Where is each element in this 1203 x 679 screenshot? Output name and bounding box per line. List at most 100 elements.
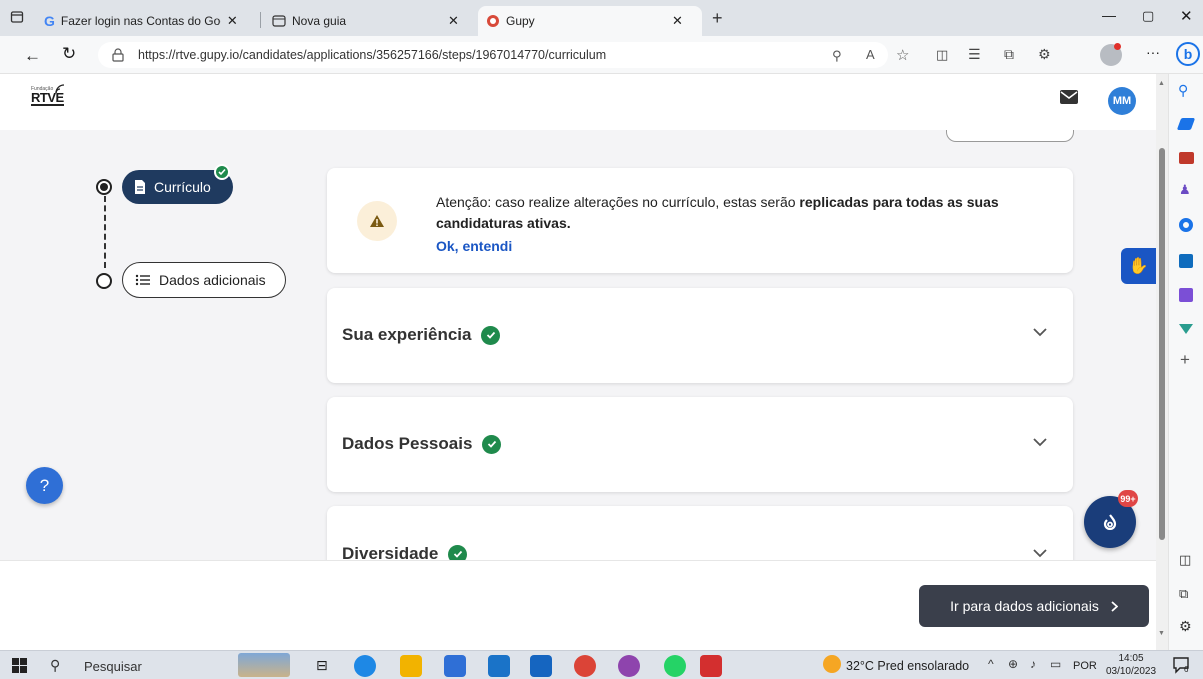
bing-copilot-icon[interactable]: b [1176,42,1200,66]
close-window-icon[interactable]: ✕ [1180,7,1193,25]
sidebar-shopping-icon[interactable] [1176,118,1196,130]
section-dados-pessoais[interactable]: Dados Pessoais [327,397,1073,492]
document-icon [134,180,146,194]
stepper-connector [104,196,106,268]
tray-network-icon[interactable]: ⊕ [1008,657,1018,671]
sidebar-add-icon[interactable]: + [1180,350,1190,370]
refresh-icon[interactable]: ↻ [62,44,76,64]
warning-icon [357,201,397,241]
weather-text[interactable]: 32°C Pred ensolarado [846,659,969,673]
sign-language-icon[interactable]: ✋ [1121,248,1156,284]
notification-center-icon[interactable] [1172,656,1192,674]
windows-taskbar: ⚲ Pesquisar ⊟ 32°C Pred ensolarado ^ ⊕ ♪… [0,650,1203,679]
tab-separator [260,12,261,28]
step-radio-curriculo[interactable] [96,179,112,195]
tab-gupy[interactable]: Gupy ✕ [478,6,702,36]
next-step-button[interactable]: Ir para dados adicionais [919,585,1149,627]
address-bar[interactable]: https://rtve.gupy.io/candidates/applicat… [98,42,888,68]
user-avatar[interactable]: MM [1108,87,1136,115]
collections-icon[interactable]: ⧉ [1004,46,1014,63]
check-circle-icon [482,434,502,454]
sidebar-search-icon[interactable]: ⚲ [1178,82,1188,99]
logo-signal-icon [55,84,65,94]
section-sua-experiencia[interactable]: Sua experiência [327,288,1073,383]
new-tab-icon [272,15,286,27]
whatsapp-icon[interactable] [664,655,686,677]
sidebar-external-icon[interactable]: ⧉ [1179,586,1188,602]
split-screen-icon[interactable]: ◫ [936,47,948,63]
extensions-icon[interactable]: ⚙ [1038,46,1051,63]
tab-google-login[interactable]: G Fazer login nas Contas do Googl ✕ [36,6,258,36]
tray-display-icon[interactable]: ▭ [1050,657,1061,671]
mail-icon[interactable] [1060,90,1078,104]
input-language[interactable]: POR [1073,660,1097,672]
sidebar-settings-icon[interactable]: ⚙ [1179,618,1192,635]
step-radio-dados-adicionais[interactable] [96,273,112,289]
scrollbar-thumb[interactable] [1159,148,1165,540]
tab-actions-icon[interactable] [10,10,24,24]
scroll-down-icon[interactable]: ▼ [1158,630,1165,637]
close-tab-icon[interactable]: ✕ [448,13,459,29]
browser-tab-bar: G Fazer login nas Contas do Googl ✕ Nova… [0,0,1203,36]
help-button[interactable]: ? [26,467,63,504]
list-icon [135,274,151,286]
file-explorer-icon[interactable] [400,655,422,677]
favorite-star-icon[interactable]: ☆ [896,46,909,64]
sidebar-panel-icon[interactable]: ◫ [1179,552,1191,568]
search-highlight-image[interactable] [238,653,290,677]
profile-notification-dot [1114,43,1121,50]
notification-count: 6 [1184,665,1189,674]
chevron-down-icon[interactable] [1033,438,1047,447]
edge-taskbar-icon[interactable] [354,655,376,677]
sidebar-office-icon[interactable] [1179,218,1193,232]
tray-chevron-up-icon[interactable]: ^ [988,657,994,671]
back-arrow-icon[interactable]: ← [24,46,41,66]
system-clock[interactable]: 14:05 03/10/2023 [1104,652,1158,678]
chat-flame-icon [1103,514,1117,530]
weather-sun-icon [823,655,841,673]
restore-icon[interactable]: ▢ [1142,8,1154,24]
minimize-icon[interactable]: — [1102,7,1116,23]
sidebar-games-icon[interactable]: ♟ [1179,182,1191,198]
check-circle-icon [481,325,501,345]
alert-card: Atenção: caso realize alterações no curr… [327,168,1073,273]
sidebar-drop-icon[interactable] [1179,324,1193,334]
task-view-icon[interactable]: ⊟ [316,657,328,674]
taskbar-search-box[interactable]: Pesquisar [84,659,142,674]
step-complete-check-icon [214,164,230,180]
favorites-icon[interactable]: ☰ [968,46,981,63]
close-tab-icon[interactable]: ✕ [672,13,683,29]
site-header: Fundação RTVE MM [0,74,1156,130]
page-scrollbar[interactable]: ▲ ▼ [1156,74,1168,650]
chevron-down-icon[interactable] [1033,549,1047,558]
step-dados-adicionais[interactable]: Dados adicionais [122,262,286,298]
chat-unread-badge: 99+ [1118,490,1138,507]
sidebar-designer-icon[interactable] [1179,288,1193,302]
close-tab-icon[interactable]: ✕ [227,13,238,29]
store-icon[interactable] [444,655,466,677]
chrome-icon[interactable] [574,655,596,677]
chevron-right-icon [1111,600,1118,612]
page-content: Fundação RTVE MM Currículo Dados adicion… [0,74,1156,650]
more-menu-icon[interactable]: ··· [1146,44,1160,60]
sidebar-outlook-icon[interactable] [1179,254,1193,268]
new-tab-plus-icon[interactable]: + [712,8,723,29]
read-aloud-icon[interactable]: A [866,47,875,62]
chevron-down-icon[interactable] [1033,328,1047,337]
taskbar-search-icon: ⚲ [50,657,61,673]
tray-volume-icon[interactable]: ♪ [1030,657,1036,671]
app-v-icon[interactable] [618,655,640,677]
tab-new-tab[interactable]: Nova guia ✕ [264,6,474,36]
media-player-icon[interactable] [530,655,552,677]
gupy-favicon-icon [486,14,500,28]
scroll-up-icon[interactable]: ▲ [1158,80,1165,87]
key-icon[interactable]: ⚲ [832,48,842,64]
mail-app-icon[interactable] [488,655,510,677]
lock-icon [112,48,124,62]
acrobat-icon[interactable] [700,655,722,677]
ok-entendi-link[interactable]: Ok, entendi [436,238,512,254]
footer-bar: Ir para dados adicionais [0,560,1156,650]
sidebar-tools-icon[interactable] [1179,152,1194,164]
google-icon: G [44,13,55,29]
windows-start-icon[interactable] [12,658,27,673]
